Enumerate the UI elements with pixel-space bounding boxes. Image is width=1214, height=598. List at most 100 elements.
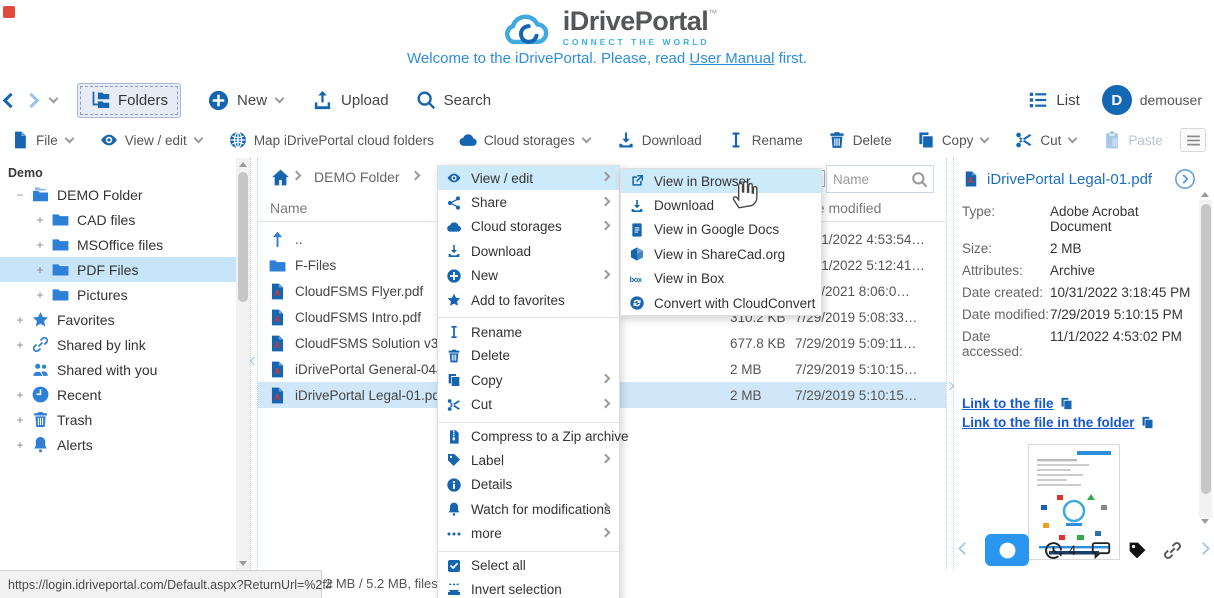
new-dropdown-chevron[interactable] [275,94,285,104]
home-icon[interactable] [270,167,291,188]
user-manual-link[interactable]: User Manual [689,50,774,67]
comments-icon[interactable] [1090,539,1112,561]
right-splitter[interactable] [946,158,954,570]
folders-toggle-button[interactable]: Folders [77,83,181,118]
back-button[interactable] [3,92,19,108]
new-button[interactable]: New [207,89,285,112]
tree-expander[interactable]: + [14,338,26,352]
dropdown-chevron[interactable] [1068,134,1078,144]
context-menu-item[interactable]: New [438,264,619,288]
column-name[interactable]: Name [270,200,307,216]
context-menu-item[interactable]: Rename [438,317,619,343]
prev-panel-chevron[interactable] [958,542,971,555]
collapse-left-chevron[interactable] [250,357,258,365]
tree-expander[interactable]: + [34,263,46,277]
tree-expander[interactable]: − [14,188,26,202]
submenu-item[interactable]: View in ShareCad.org [621,242,821,266]
labels-tag-icon[interactable] [1127,540,1148,561]
tree-item[interactable]: + Shared by link [0,332,236,357]
tree-expander[interactable]: + [14,438,26,452]
toolbar-action-button[interactable]: Copy [916,130,991,150]
scroll-up-arrow[interactable] [239,162,247,167]
toolbar-action-button[interactable]: Delete [827,130,892,150]
context-menu-item[interactable]: Compress to a Zip archive [438,422,619,448]
dropdown-chevron[interactable] [581,134,591,144]
context-menu-item[interactable]: Watch for modifications [438,497,619,521]
tree-item[interactable]: − DEMO Folder [0,182,236,207]
sidebar-scrollbar[interactable] [236,158,250,570]
tree-item[interactable]: + Alerts [0,432,236,457]
context-menu-item[interactable]: View / edit [438,166,619,190]
tree-expander[interactable]: + [14,413,26,427]
toolbar-action-button[interactable]: View / edit [99,130,204,150]
dropdown-chevron[interactable] [64,134,74,144]
copy-link-icon[interactable] [1140,415,1155,430]
context-menu-item[interactable]: more [438,521,619,545]
left-splitter[interactable] [250,158,258,570]
toolbar-action-button[interactable]: Cloud storages [458,130,592,150]
details-scroll-up[interactable] [1201,192,1209,197]
file-link[interactable]: Link to the file in the folder [962,415,1135,430]
tree-item[interactable]: + PDF Files [0,257,236,282]
tree-expander[interactable]: + [14,313,26,327]
upload-button[interactable]: Upload [311,89,389,112]
user-avatar[interactable]: D [1102,85,1132,115]
dropdown-chevron[interactable] [980,134,990,144]
tree-expander[interactable]: + [34,213,46,227]
next-panel-chevron[interactable] [1197,542,1210,555]
context-menu-item[interactable]: Invert selection [438,577,619,598]
toolbar-action-button[interactable]: Rename [726,130,803,150]
list-view-button[interactable]: List [1027,89,1079,111]
info-tab-button[interactable] [985,534,1029,566]
details-scrollbar-thumb[interactable] [1201,204,1211,494]
toolbar-action-button[interactable]: Paste [1102,130,1163,150]
filter-name-input[interactable] [827,166,907,192]
toolbar-action-button[interactable]: File [10,130,75,150]
search-button[interactable]: Search [415,89,492,111]
details-scroll-down[interactable] [1201,519,1209,524]
toolbar-action-button[interactable]: Map iDrivePortal cloud folders [228,130,434,150]
links-chain-icon[interactable] [1162,540,1183,561]
context-menu-item[interactable]: Cut [438,393,619,417]
scroll-down-arrow[interactable] [239,561,247,566]
tree-item[interactable]: + Pictures [0,282,236,307]
toolbar-action-button[interactable]: Cut [1014,130,1078,150]
context-menu-item[interactable]: Cloud storages [438,215,619,239]
scrollbar-thumb[interactable] [238,172,248,302]
submenu-item[interactable]: Download [621,193,821,217]
history-dropdown-chevron[interactable] [49,94,59,104]
submenu-item[interactable]: View in Google Docs [621,218,821,242]
tree-expander[interactable]: + [34,288,46,302]
dropdown-chevron[interactable] [193,134,203,144]
submenu-item[interactable]: View in Box [621,267,821,291]
versions-history-button[interactable]: 4 [1043,540,1076,561]
submenu-item[interactable]: Convert with CloudConvert [621,291,821,315]
context-menu-item[interactable]: Delete [438,344,619,368]
menu-hamburger-button[interactable] [1180,128,1206,152]
filter-search-icon[interactable] [910,170,929,189]
tree-expander[interactable]: + [34,238,46,252]
file-link[interactable]: Link to the file [962,396,1054,411]
tree-item[interactable]: + Trash [0,407,236,432]
tree-item[interactable]: + Recent [0,382,236,407]
context-menu-item[interactable]: Label [438,448,619,472]
breadcrumb-folder[interactable]: DEMO Folder [314,169,400,185]
toolbar-action-button[interactable]: Download [616,130,702,150]
submenu-item[interactable]: View in Browser [621,169,821,193]
details-scrollbar[interactable] [1199,200,1212,518]
context-menu-item[interactable]: Copy [438,368,619,392]
tree-item[interactable]: + CAD files [0,207,236,232]
context-menu-item[interactable]: Details [438,473,619,497]
tree-expander[interactable]: + [14,388,26,402]
expand-details-button[interactable] [1174,168,1196,190]
collapse-right-chevron[interactable] [946,382,954,390]
tree-item[interactable]: + MSOffice files [0,232,236,257]
context-menu-item[interactable]: Share [438,190,619,214]
context-menu-item[interactable]: Add to favorites [438,288,619,312]
forward-button[interactable] [24,92,40,108]
context-menu-item[interactable]: Download [438,239,619,263]
tree-item[interactable]: + Favorites [0,307,236,332]
tree-item[interactable]: Shared with you [0,357,236,382]
context-menu-item[interactable]: Select all [438,551,619,577]
copy-link-icon[interactable] [1059,396,1074,411]
